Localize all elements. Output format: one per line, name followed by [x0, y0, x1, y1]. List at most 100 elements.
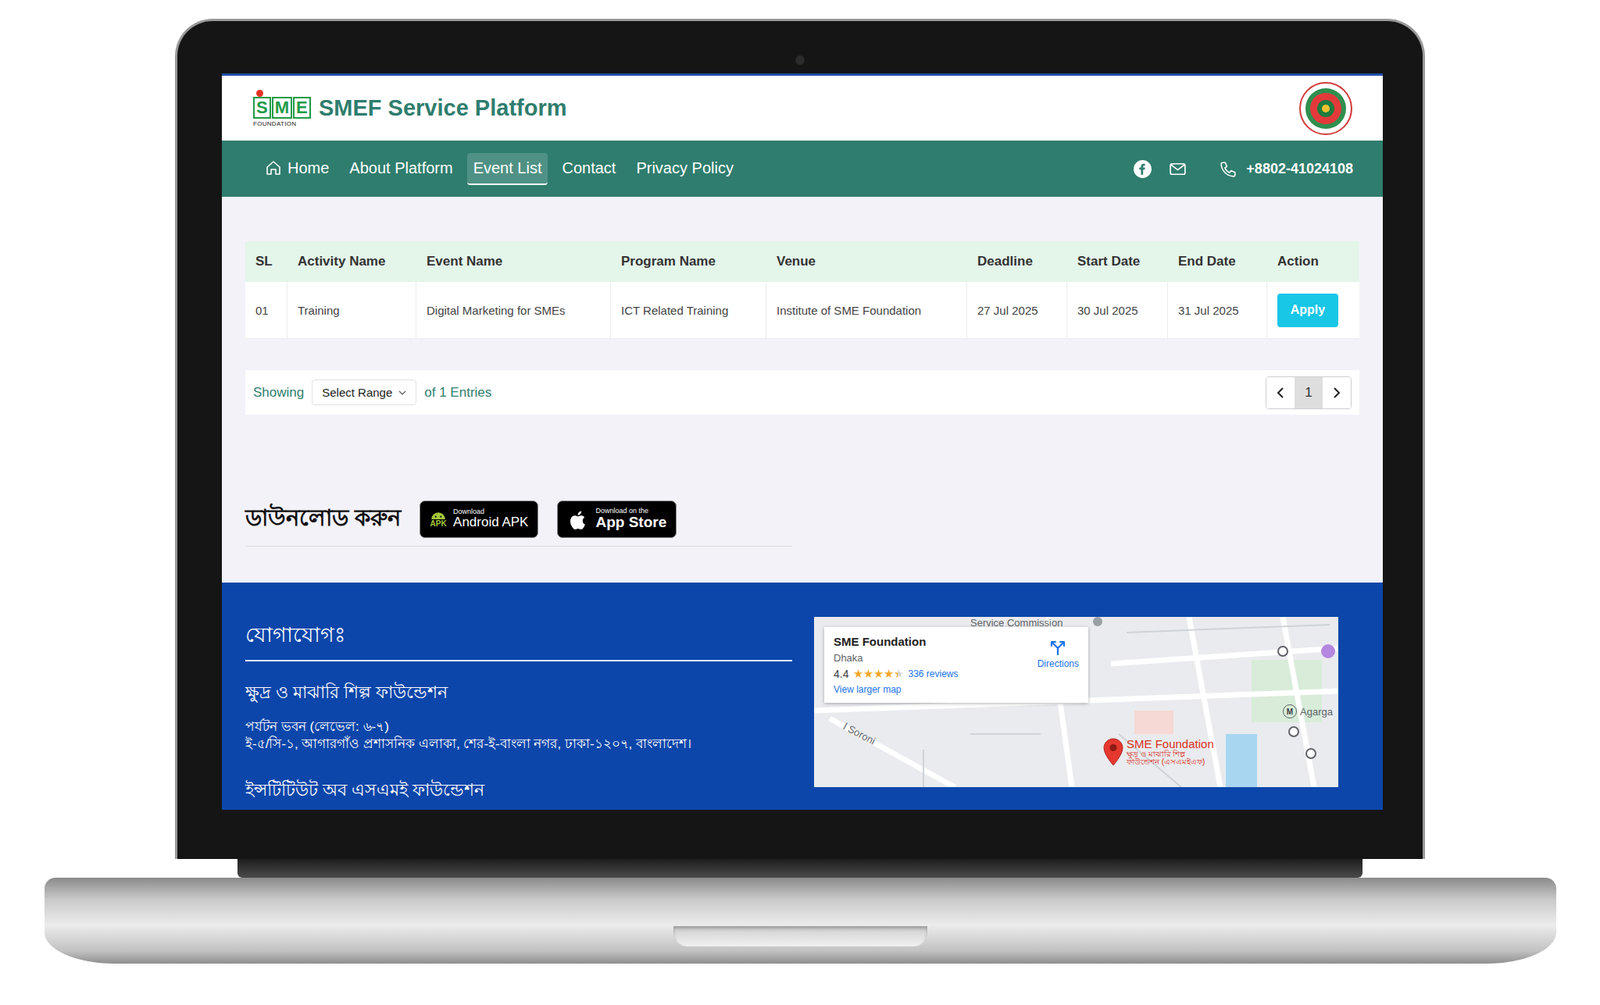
nav-item[interactable]: About Platform	[342, 153, 459, 186]
badge-small: Download on the	[595, 507, 667, 515]
event-table: SLActivity NameEvent NameProgram NameVen…	[245, 241, 1360, 340]
org-name: ক্ষুদ্র ও মাঝারি শিল্প ফাউন্ডেশন	[245, 678, 793, 708]
table-cell: Institute of SME Foundation	[766, 282, 968, 339]
rating-value: 4.4	[833, 667, 849, 681]
badge-big: Android APK	[453, 515, 529, 530]
badge-text: Download on theApp Store	[595, 507, 667, 531]
star-icon	[863, 669, 873, 679]
site-header: SMEFOUNDATION SMEF Service Platform	[221, 73, 1383, 141]
nav-items: Home About Platform Event List Contact Priva…	[257, 152, 740, 186]
logo-letter: S	[253, 96, 272, 119]
address: পর্যটন ভবন (লেভেল: ৬-৭)ই-৫/সি-১, আগারগাঁ…	[245, 718, 793, 754]
laptop: SMEFOUNDATIONSMEF Service PlatformHomeAb…	[44, 18, 1557, 1005]
range-select-value: Select Range	[321, 385, 393, 400]
laptop-hinge	[237, 859, 1363, 879]
directions-button[interactable]: Directions	[1037, 639, 1079, 670]
column-header: Activity Name	[287, 241, 417, 283]
column-header: End Date	[1167, 241, 1268, 283]
apk-tag: APK	[430, 520, 447, 529]
chevron-left-icon	[1276, 386, 1285, 400]
logo-tagline: FOUNDATION	[253, 120, 297, 128]
star-icon	[893, 669, 904, 679]
nav-label: Home	[287, 159, 329, 178]
nav-label: About Platform	[349, 159, 453, 178]
table-cell: Training	[287, 282, 417, 339]
logo-letter: M	[271, 96, 293, 119]
pin-subtitle: ক্ষুদ্র ও মাঝারি শিল্প	[1126, 750, 1215, 760]
pagination-bar: Showing Select Range of 1 Entries 1	[245, 370, 1360, 415]
android-apk-badge[interactable]: APK DownloadAndroid APK	[419, 500, 539, 539]
place-name: SME Foundation	[833, 635, 959, 649]
laptop-lid: SMEFOUNDATIONSMEF Service PlatformHomeAb…	[175, 18, 1425, 860]
app-store-badge[interactable]: Download on theApp Store	[557, 500, 677, 539]
next-page-button[interactable]	[1322, 377, 1351, 409]
place-rating: 4.4 336 reviews	[833, 667, 959, 681]
site-title[interactable]: SMEF Service Platform	[318, 95, 568, 122]
badge-small: Download	[453, 508, 529, 516]
brand[interactable]: SMEFOUNDATION SMEF Service Platform	[253, 89, 568, 128]
nav-label: Event List	[473, 159, 543, 178]
page: SMEFOUNDATIONSMEF Service PlatformHomeAb…	[0, 0, 1600, 1005]
star-icon	[853, 669, 863, 679]
pin-title: SME Foundation	[1126, 738, 1215, 751]
place-city: Dhaka	[833, 652, 959, 665]
table-row: 01TrainingDigital Marketing for SMEsICT …	[245, 282, 1360, 340]
navbar: Home About Platform Event List Contact Priva…	[221, 140, 1383, 197]
logo-letter: E	[292, 96, 311, 119]
logo-icon[interactable]: SMEFOUNDATION	[253, 89, 308, 128]
government-seal-icon	[1298, 81, 1354, 136]
apply-button[interactable]: Apply	[1277, 293, 1339, 328]
phone-number: +8802-41024108	[1246, 160, 1354, 178]
table-cell: ICT Related Training	[610, 282, 767, 339]
map-label: MAgarga	[1282, 704, 1333, 719]
star-icon	[883, 669, 893, 679]
content: SLActivity NameEvent NameProgram NameVen…	[221, 196, 1383, 583]
phone-icon	[1218, 159, 1239, 179]
chevron-right-icon	[1332, 386, 1341, 400]
action-cell: Apply	[1267, 282, 1360, 339]
nav-item[interactable]: Contact	[555, 153, 622, 186]
nav-label: Contact	[561, 159, 616, 178]
star-icon	[873, 669, 883, 679]
nav-item[interactable]: Home	[257, 152, 336, 186]
table-header: SLActivity NameEvent NameProgram NameVen…	[245, 241, 1360, 283]
map-place-card: SME Foundation Dhaka 4.4 336 reviews View la…	[824, 627, 1089, 704]
nav-contacts: +8802-41024108	[1132, 159, 1354, 179]
address-line: পর্যটন ভবন (লেভেল: ৬-৭)	[245, 718, 793, 736]
pager: 1	[1265, 376, 1352, 410]
screen: SMEFOUNDATIONSMEF Service PlatformHomeAb…	[221, 73, 1383, 811]
column-header: Event Name	[416, 241, 611, 283]
logo-letters: SME	[253, 96, 311, 119]
reviews-link[interactable]: 336 reviews	[907, 668, 958, 680]
nav-item[interactable]: Privacy Policy	[629, 153, 740, 186]
nav-item[interactable]: Event List	[467, 153, 549, 186]
table-cell: Digital Marketing for SMEs	[416, 282, 611, 339]
home-icon	[264, 158, 283, 178]
prev-page-button[interactable]	[1266, 377, 1295, 409]
map[interactable]: Service CommissionMAgargal SoroniSME Fou…	[814, 617, 1339, 788]
phone-link[interactable]: +8802-41024108	[1218, 159, 1354, 179]
map-label-text: Agarga	[1300, 706, 1333, 718]
download-label: ডাউনলোড করুন	[245, 500, 401, 539]
entries-label: of 1 Entries	[424, 385, 492, 401]
page-button[interactable]: 1	[1294, 377, 1323, 409]
rating-stars	[853, 669, 904, 679]
column-header: Start Date	[1067, 241, 1168, 283]
address-line: ই-৫/সি-১, আগারগাঁও প্রশাসনিক এলাকা, শের-…	[245, 735, 793, 754]
larger-map-link[interactable]: View larger map	[833, 684, 959, 696]
map-pin[interactable]: SME Foundationক্ষুদ্র ও মাঝারি শিল্পফাউন…	[1103, 738, 1215, 768]
mail-icon[interactable]	[1167, 159, 1188, 179]
range-select[interactable]: Select Range	[311, 379, 417, 406]
table-cell: 27 Jul 2025	[967, 282, 1068, 339]
badge-big: App Store	[595, 514, 667, 531]
table-cell: 01	[245, 282, 288, 339]
site-footer: যোগাযোগঃ ক্ষুদ্র ও মাঝারি শিল্প ফাউন্ডেশন…	[221, 582, 1383, 811]
logo-dot	[256, 89, 264, 97]
facebook-icon[interactable]	[1132, 159, 1153, 179]
showing-label: Showing	[253, 385, 304, 401]
contact-heading: যোগাযোগঃ	[245, 617, 793, 662]
place-info: SME Foundation Dhaka 4.4 336 reviews View la…	[833, 635, 959, 696]
metro-badge: M	[1282, 704, 1297, 719]
android-icon	[429, 510, 447, 521]
pin-label: SME Foundationক্ষুদ্র ও মাঝারি শিল্পফাউন…	[1126, 738, 1215, 768]
